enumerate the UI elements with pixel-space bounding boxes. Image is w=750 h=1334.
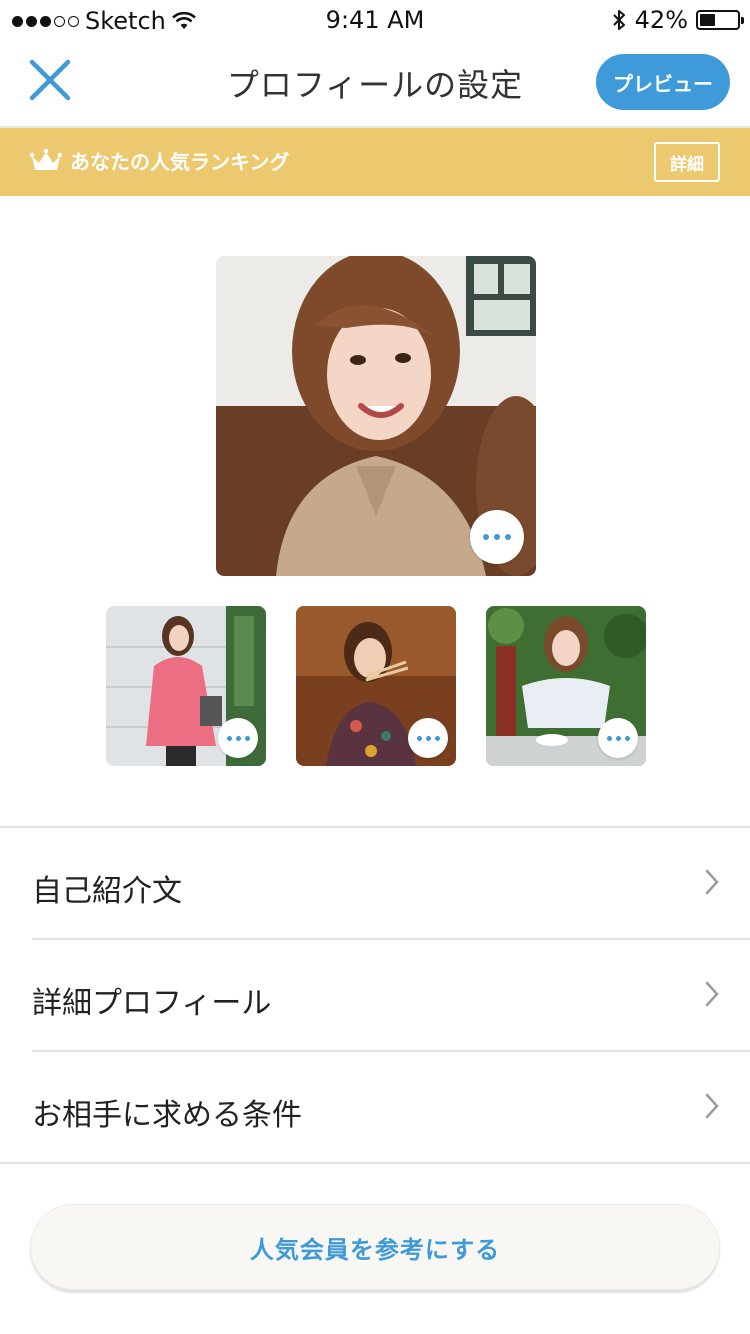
bluetooth-icon	[612, 10, 625, 30]
profile-menu: 自己紹介文 詳細プロフィール お相手に求める条件	[0, 826, 750, 1164]
nav-bar: プロフィールの設定 プレビュー	[0, 40, 750, 128]
ranking-banner-text: あなたの人気ランキング	[70, 150, 290, 174]
close-icon	[29, 59, 71, 101]
close-button[interactable]	[26, 56, 74, 104]
sub-photo-2[interactable]	[296, 606, 456, 766]
battery-percent: 42%	[634, 6, 688, 34]
sub-photo-2-more-button[interactable]	[408, 718, 448, 758]
chevron-right-icon	[705, 1093, 719, 1119]
main-photo-more-button[interactable]	[470, 510, 524, 564]
crown-icon	[30, 148, 62, 170]
status-right: 42%	[611, 6, 744, 34]
sub-photo-1[interactable]	[106, 606, 266, 766]
menu-item-label: 詳細プロフィール	[32, 986, 272, 1021]
reference-popular-members-button[interactable]: 人気会員を参考にする	[30, 1204, 720, 1290]
menu-item-detailed-profile[interactable]: 詳細プロフィール	[32, 940, 750, 1052]
ranking-detail-button[interactable]: 詳細	[654, 142, 720, 182]
ranking-banner[interactable]: あなたの人気ランキング 詳細	[0, 128, 750, 196]
sub-photo-3-more-button[interactable]	[598, 718, 638, 758]
sub-photo-3[interactable]	[486, 606, 646, 766]
menu-item-label: 自己紹介文	[32, 874, 182, 909]
menu-item-partner-conditions[interactable]: お相手に求める条件	[0, 1052, 750, 1164]
menu-item-self-introduction[interactable]: 自己紹介文	[32, 828, 750, 940]
menu-item-label: お相手に求める条件	[32, 1098, 302, 1133]
chevron-right-icon	[705, 981, 719, 1007]
status-bar: Sketch 9:41 AM 42%	[0, 0, 750, 40]
battery-icon	[696, 10, 744, 30]
sub-photo-1-more-button[interactable]	[218, 718, 258, 758]
preview-button[interactable]: プレビュー	[596, 54, 730, 110]
main-profile-photo[interactable]	[216, 256, 536, 576]
chevron-right-icon	[705, 869, 719, 895]
